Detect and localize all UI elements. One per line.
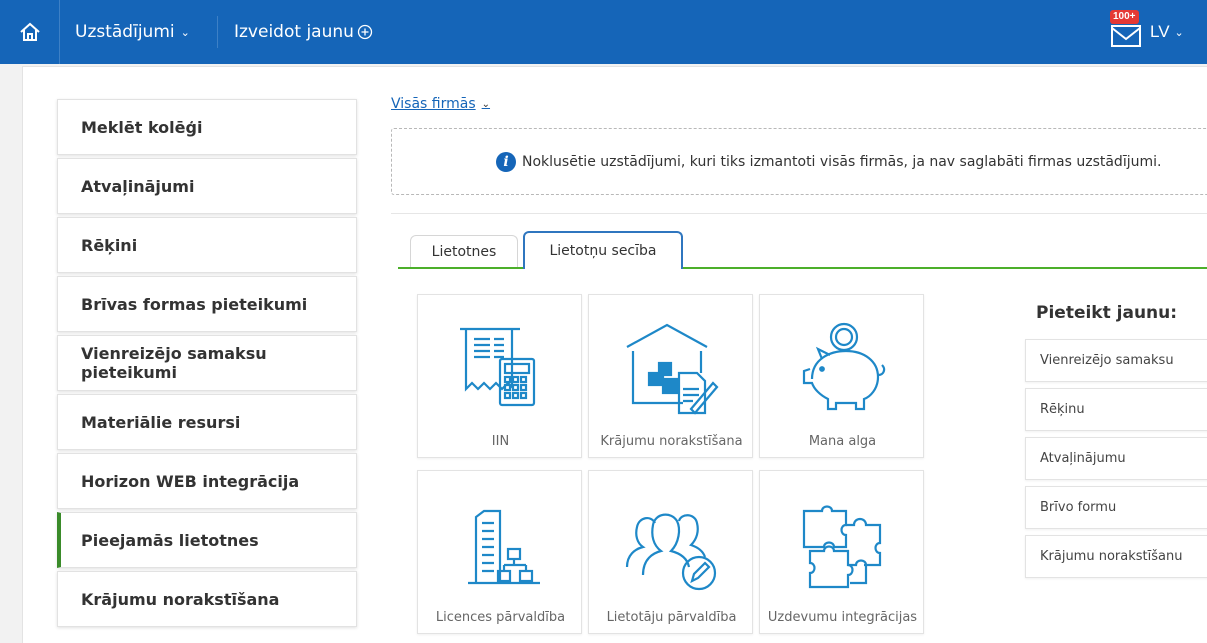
- new-request-label: Brīvo formu: [1040, 500, 1117, 515]
- sidebar-item-available-apps[interactable]: Pieejamās lietotnes: [57, 512, 357, 568]
- tab-label: Lietotņu secība: [549, 243, 657, 259]
- app-tile-label: Licences pārvaldība: [435, 610, 566, 625]
- new-request-label: Krājumu norakstīšanu: [1040, 549, 1183, 564]
- plus-circle-icon: [357, 24, 373, 40]
- sidebar-item-label: Materiālie resursi: [81, 412, 241, 432]
- create-new-label: Izveidot jaunu: [234, 22, 354, 42]
- app-tile-label: IIN: [491, 434, 510, 449]
- scope-selector[interactable]: Visās firmās ⌄: [391, 96, 490, 112]
- tab-apps[interactable]: Lietotnes: [410, 235, 518, 268]
- mail-button[interactable]: 100+: [1108, 10, 1148, 54]
- chevron-down-icon: ⌄: [481, 98, 491, 110]
- chevron-down-icon: ⌄: [1174, 26, 1184, 39]
- warehouse-document-icon: [626, 323, 719, 415]
- home-icon: [19, 22, 40, 41]
- building-hierarchy-icon: [468, 509, 540, 585]
- info-text: Noklusētie uzstādījumi, kuri tiks izmant…: [522, 153, 1162, 170]
- sidebar-item-material-resources[interactable]: Materiālie resursi: [57, 394, 357, 450]
- app-tile-license-management[interactable]: Licences pārvaldība: [417, 470, 582, 634]
- language-selector[interactable]: LV ⌄: [1150, 0, 1184, 64]
- receipt-calculator-icon: [460, 327, 536, 407]
- sidebar-item-label: Pieejamās lietotnes: [81, 530, 259, 550]
- new-request-free-form[interactable]: Brīvo formu: [1025, 486, 1207, 529]
- new-request-invoice[interactable]: Rēķinu: [1025, 388, 1207, 431]
- scope-label: Visās firmās: [391, 96, 476, 112]
- sidebar-item-horizon-web[interactable]: Horizon WEB integrācija: [57, 453, 357, 509]
- new-request-vacation[interactable]: Atvaļinājumu: [1025, 437, 1207, 480]
- new-request-title: Pieteikt jaunu:: [1036, 303, 1178, 323]
- piggy-bank-icon: [802, 322, 886, 411]
- sidebar-item-one-time-payments[interactable]: Vienreizējo samaksu pieteikumi: [57, 335, 357, 391]
- app-tiles: IIN Krājumu norakstīšana Mana alga Licen…: [398, 269, 1018, 643]
- sidebar-item-label: Vienreizējo samaksu pieteikumi: [81, 344, 267, 382]
- nav-divider: [217, 16, 218, 48]
- create-new-menu[interactable]: Izveidot jaunu: [234, 0, 373, 64]
- divider: [391, 213, 1207, 214]
- sidebar-item-label: Brīvas formas pieteikumi: [81, 294, 308, 314]
- info-message: i Noklusētie uzstādījumi, kuri tiks izma…: [391, 128, 1207, 195]
- app-tile-label: Krājumu norakstīšana: [600, 434, 743, 449]
- sidebar-item-free-form-requests[interactable]: Brīvas formas pieteikumi: [57, 276, 357, 332]
- sidebar-item-vacations[interactable]: Atvaļinājumi: [57, 158, 357, 214]
- sidebar-item-invoices[interactable]: Rēķini: [57, 217, 357, 273]
- sidebar-item-label: Rēķini: [81, 235, 138, 255]
- tab-label: Lietotnes: [431, 244, 497, 260]
- puzzle-icon: [802, 505, 882, 589]
- mail-count-badge: 100+: [1110, 10, 1139, 24]
- sidebar-item-inventory-writeoff[interactable]: Krājumu norakstīšana: [57, 571, 357, 627]
- app-tile-label: Lietotāju pārvaldība: [606, 610, 737, 625]
- app-tile-user-management[interactable]: Lietotāju pārvaldība: [588, 470, 753, 634]
- sidebar-item-label: Horizon WEB integrācija: [81, 471, 300, 491]
- new-request-label: Rēķinu: [1040, 402, 1085, 417]
- new-request-label: Atvaļinājumu: [1040, 451, 1126, 466]
- sidebar-item-label: Atvaļinājumi: [81, 176, 195, 196]
- home-button[interactable]: [0, 0, 60, 64]
- new-request-one-time-payment[interactable]: Vienreizējo samaksu: [1025, 339, 1207, 382]
- settings-menu[interactable]: Uzstādījumi ⌄: [75, 0, 190, 64]
- sidebar-item-label: Meklēt kolēģi: [81, 117, 203, 137]
- new-request-inventory-writeoff[interactable]: Krājumu norakstīšanu: [1025, 535, 1207, 578]
- tab-apps-order[interactable]: Lietotņu secība: [523, 231, 683, 269]
- app-tile-label: Uzdevumu integrācijas: [767, 610, 918, 625]
- app-tile-my-salary[interactable]: Mana alga: [759, 294, 924, 458]
- info-icon: i: [496, 151, 516, 172]
- app-tile-iin[interactable]: IIN: [417, 294, 582, 458]
- app-tile-inventory-writeoff[interactable]: Krājumu norakstīšana: [588, 294, 753, 458]
- sidebar-item-find-colleague[interactable]: Meklēt kolēģi: [57, 99, 357, 155]
- chevron-down-icon: ⌄: [180, 25, 190, 39]
- top-bar: Uzstādījumi ⌄ Izveidot jaunu 100+ LV ⌄: [0, 0, 1207, 64]
- language-label: LV: [1150, 22, 1170, 41]
- app-tile-task-integrations[interactable]: Uzdevumu integrācijas: [759, 470, 924, 634]
- new-request-label: Vienreizējo samaksu: [1040, 353, 1174, 368]
- app-tile-label: Mana alga: [808, 434, 877, 449]
- sidebar-item-label: Krājumu norakstīšana: [81, 589, 280, 609]
- envelope-icon: [1111, 25, 1141, 47]
- users-edit-icon: [625, 513, 717, 591]
- settings-menu-label: Uzstādījumi: [75, 22, 175, 42]
